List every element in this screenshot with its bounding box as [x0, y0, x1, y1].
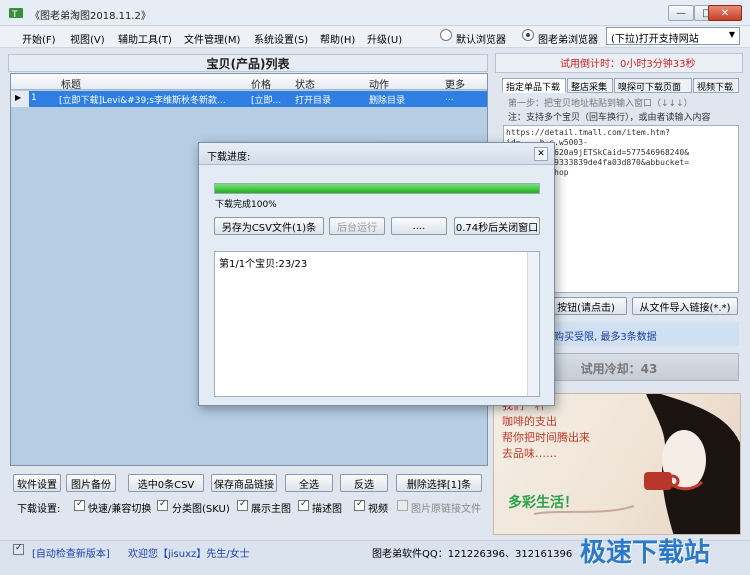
column-action[interactable]: 动作 [369, 76, 389, 91]
delete-selected-button[interactable]: 删除选择[1]条 [396, 474, 482, 492]
save-csv-button[interactable]: 另存为CSV文件(1)条 [214, 217, 324, 235]
menu-help[interactable]: 帮助(H) [320, 31, 355, 46]
step-hint: 第一步：把宝贝地址粘贴到输入窗口（↓↓↓） [508, 99, 693, 109]
fast-compat-label: 快速/兼容切换 [88, 504, 152, 515]
ad-slogan: 多彩生活！ [508, 495, 578, 511]
background-run-button[interactable]: 后台运行 [329, 217, 385, 235]
auto-check-link[interactable]: [自动检查新版本] [32, 545, 110, 560]
description-label: 描述图 [312, 504, 342, 515]
log-line: 第1/1个宝贝:23/23 [219, 259, 308, 270]
column-more[interactable]: 更多 [445, 76, 465, 91]
dialog-title-bar: 下载进度: ✕ [199, 143, 554, 165]
tab-sniff-pages[interactable]: 嗅探可下载页面 [614, 78, 692, 93]
sku-label: 分类图(SKU) [172, 504, 230, 515]
row-title[interactable]: [立即下载]Levi&#39;s李维斯秋冬新款... [59, 93, 249, 106]
progress-text: 下载完成100% [215, 200, 277, 210]
row-price: [立即... [251, 96, 282, 106]
log-scrollbar[interactable] [527, 252, 539, 396]
row-marker: ▶ [11, 91, 29, 107]
save-link-button[interactable]: 保存商品链接 [211, 474, 277, 492]
list-title: 宝贝(产品)列表 [8, 54, 488, 72]
window-title: 《图老弟淘图2018.11.2》 [30, 11, 151, 22]
app-browser-label: 图老弟浏览器 [538, 35, 598, 46]
dialog-title: 下载进度: [207, 152, 251, 163]
download-log[interactable]: 第1/1个宝贝:23/23 [214, 251, 540, 397]
download-progress-bar [214, 183, 540, 194]
column-price[interactable]: 价格 [251, 76, 271, 91]
video-checkbox[interactable] [354, 499, 365, 511]
row-more[interactable]: ... [445, 93, 454, 103]
close-button[interactable]: ✕ [708, 5, 742, 21]
menu-tools[interactable]: 辅助工具(T) [118, 31, 172, 46]
ad-line-4: 去品味…… [502, 447, 557, 460]
auto-close-button[interactable]: 0.74秒后关闭窗口 [454, 217, 540, 235]
note-hint: 注：支持多个宝贝（回车换行），或由者读输入内容 [508, 113, 711, 123]
url-line: https://detail.tmall.com/item.htm? [506, 128, 670, 137]
description-checkbox[interactable] [298, 499, 309, 511]
row-action[interactable]: 删除目录 [369, 93, 405, 106]
default-browser-label: 默认浏览器 [456, 35, 506, 46]
auto-check-checkbox[interactable] [13, 543, 24, 555]
invert-selection-button[interactable]: 反选 [340, 474, 388, 492]
software-settings-button[interactable]: 软件设置 [13, 474, 61, 492]
fast-compat-checkbox[interactable] [74, 499, 85, 511]
tab-whole-shop[interactable]: 整店采集 [567, 78, 613, 93]
tab-video-download[interactable]: 视频下载 [693, 78, 739, 93]
select-csv-button[interactable]: 选中0条CSV [128, 474, 204, 492]
minimize-button[interactable]: — [668, 5, 694, 21]
download-tabs: 指定单品下载 整店采集 嗅探可下载页面 视频下载 [500, 78, 740, 93]
trial-countdown: 试用倒计时：0小时3分钟33秒 [560, 59, 696, 70]
image-backup-button[interactable]: 图片备份 [66, 474, 116, 492]
chevron-down-icon: ▼ [728, 30, 735, 39]
progress-fill [215, 184, 539, 193]
download-settings-label: 下载设置: [17, 504, 61, 515]
more-button[interactable]: .... [391, 217, 447, 235]
table-row[interactable]: 1 [立即下载]Levi&#39;s李维斯秋冬新款... [立即... 打开目录… [29, 91, 487, 107]
close-icon[interactable]: ✕ [534, 147, 548, 161]
svg-text:T: T [11, 10, 18, 20]
download-progress-dialog: 下载进度: ✕ 下载完成100% 另存为CSV文件(1)条 后台运行 .... … [198, 142, 555, 406]
row-status[interactable]: 打开目录 [295, 93, 331, 106]
qq-text: 图老弟软件QQ：121226396、312161396 [372, 549, 573, 560]
app-browser-radio[interactable] [522, 29, 534, 41]
menu-file-management[interactable]: 文件管理(M) [184, 31, 240, 46]
click-button[interactable]: 按钮(请点击) [545, 297, 627, 315]
menu-start[interactable]: 开始(F) [22, 31, 56, 46]
import-from-file-button[interactable]: 从文件导入链接(*.*) [632, 297, 738, 315]
ad-line-2: 咖啡的支出 [502, 415, 557, 428]
select-all-button[interactable]: 全选 [285, 474, 333, 492]
welcome-text: 欢迎您【jisuxz】先生/女士 [128, 549, 250, 560]
default-browser-radio[interactable] [440, 29, 452, 41]
app-icon: T [8, 6, 24, 20]
site-logo: 极速下载站 [580, 538, 711, 568]
list-header: 标题 价格 状态 动作 更多 [11, 74, 487, 91]
ad-line-3: 帮你把时间腾出来 [502, 431, 590, 444]
site-dropdown-value: (下拉)打开支持网站 [611, 34, 699, 45]
menu-view[interactable]: 视图(V) [70, 31, 105, 46]
video-label: 视频 [368, 504, 388, 515]
menu-system-settings[interactable]: 系统设置(S) [254, 31, 308, 46]
main-image-checkbox[interactable] [237, 499, 248, 511]
original-link-label: 图片原链接文件 [411, 504, 481, 515]
row-index: 1 [31, 93, 37, 103]
tab-single-item[interactable]: 指定单品下载 [502, 78, 566, 93]
sku-checkbox[interactable] [157, 499, 168, 511]
menu-upgrade[interactable]: 升级(U) [367, 31, 402, 46]
coffee-ad-image[interactable]: 我们一杯 咖啡的支出 帮你把时间腾出来 去品味…… 多彩生活！ [493, 393, 741, 535]
column-title[interactable]: 标题 [61, 76, 81, 91]
original-link-checkbox[interactable] [397, 500, 408, 511]
column-status[interactable]: 状态 [295, 76, 315, 91]
site-dropdown[interactable]: (下拉)打开支持网站 ▼ [606, 27, 740, 45]
main-image-label: 展示主图 [251, 504, 291, 515]
